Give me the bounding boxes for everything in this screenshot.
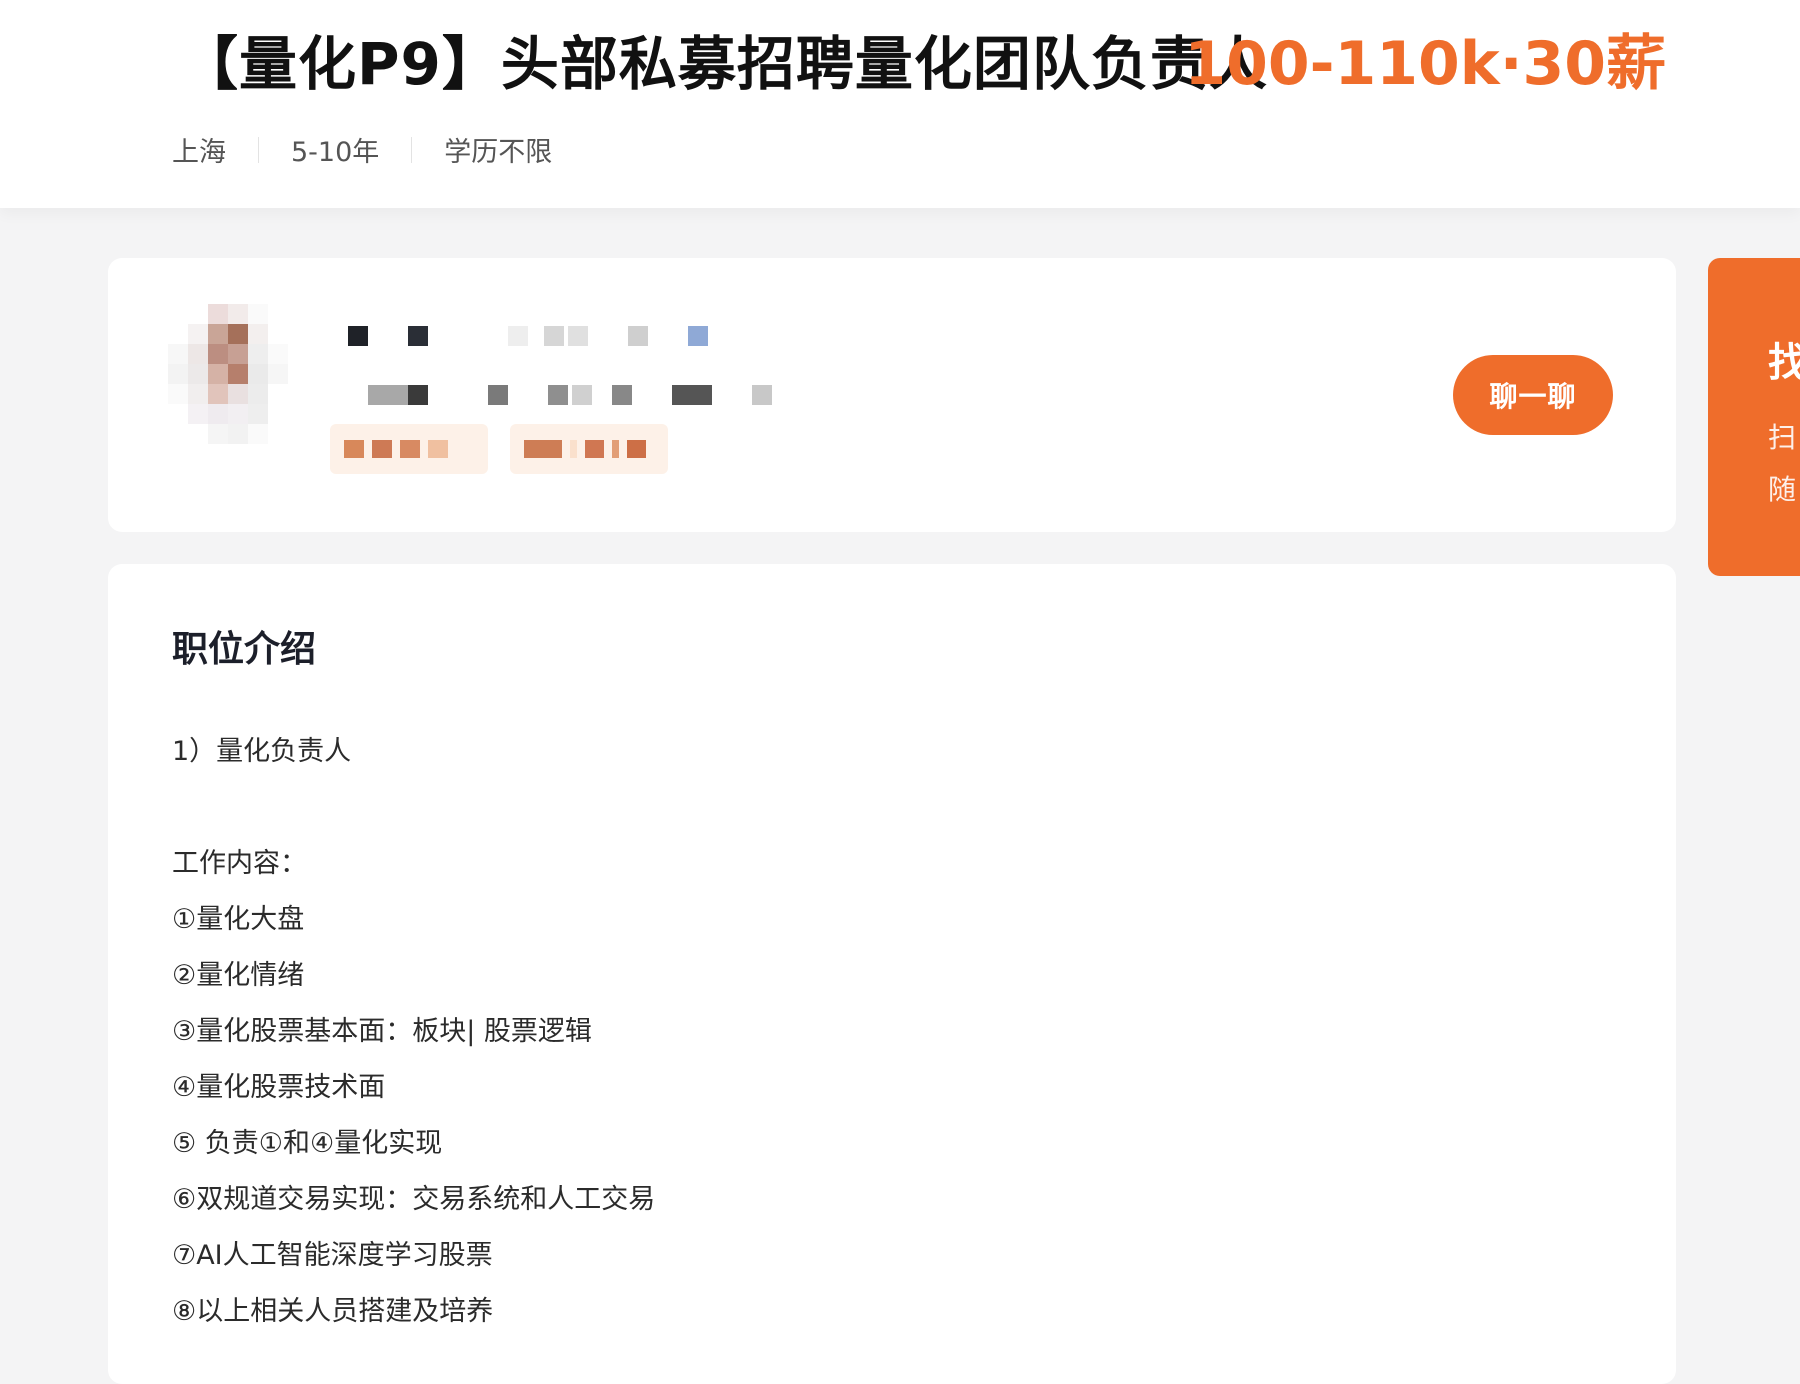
job-title: 【量化P9】头部私募招聘量化团队负责人 xyxy=(180,30,1268,98)
recruiter-name-blurred xyxy=(348,321,722,351)
description-body: 1）量化负责人 工作内容： ①量化大盘 ②量化情绪 ③量化股票基本面：板块| 股… xyxy=(172,724,655,1340)
chat-button[interactable]: 聊一聊 xyxy=(1453,355,1613,435)
job-experience: 5-10年 xyxy=(291,137,380,168)
description-line: ⑦AI人工智能深度学习股票 xyxy=(172,1240,493,1271)
recruiter-card: 聊一聊 xyxy=(108,258,1676,532)
side-panel-line: 扫 xyxy=(1768,421,1797,454)
description-line: 工作内容： xyxy=(172,848,307,879)
description-line: ③量化股票基本面：板块| 股票逻辑 xyxy=(172,1016,592,1047)
job-education: 学历不限 xyxy=(444,137,553,168)
recruiter-tag-blurred xyxy=(330,424,488,474)
meta-divider xyxy=(258,136,259,163)
job-salary: 100-110k·30薪 xyxy=(1184,29,1666,99)
description-line: ⑤ 负责①和④量化实现 xyxy=(172,1128,443,1159)
side-promo-panel[interactable]: 找 扫 随 xyxy=(1708,258,1800,576)
recruiter-tag-blurred xyxy=(510,424,668,474)
job-meta: 上海 5-10年 学历不限 xyxy=(172,130,552,169)
job-description-card: 职位介绍 1）量化负责人 工作内容： ①量化大盘 ②量化情绪 ③量化股票基本面：… xyxy=(108,564,1676,1384)
description-line: ⑥双规道交易实现：交易系统和人工交易 xyxy=(172,1184,656,1215)
avatar[interactable] xyxy=(168,304,308,444)
description-line: ⑧以上相关人员搭建及培养 xyxy=(172,1296,494,1327)
side-panel-line: 随 xyxy=(1768,473,1797,506)
description-line: ①量化大盘 xyxy=(172,904,305,935)
description-line: 1）量化负责人 xyxy=(172,736,352,767)
recruiter-company-blurred xyxy=(368,380,786,410)
description-line: ②量化情绪 xyxy=(172,960,305,991)
description-heading: 职位介绍 xyxy=(172,629,317,670)
meta-divider xyxy=(411,136,413,163)
job-location: 上海 xyxy=(172,137,226,168)
description-line: ④量化股票技术面 xyxy=(172,1072,386,1103)
job-header: 【量化P9】头部私募招聘量化团队负责人 100-110k·30薪 上海 5-10… xyxy=(0,0,1800,208)
side-panel-title: 找 xyxy=(1768,340,1800,386)
